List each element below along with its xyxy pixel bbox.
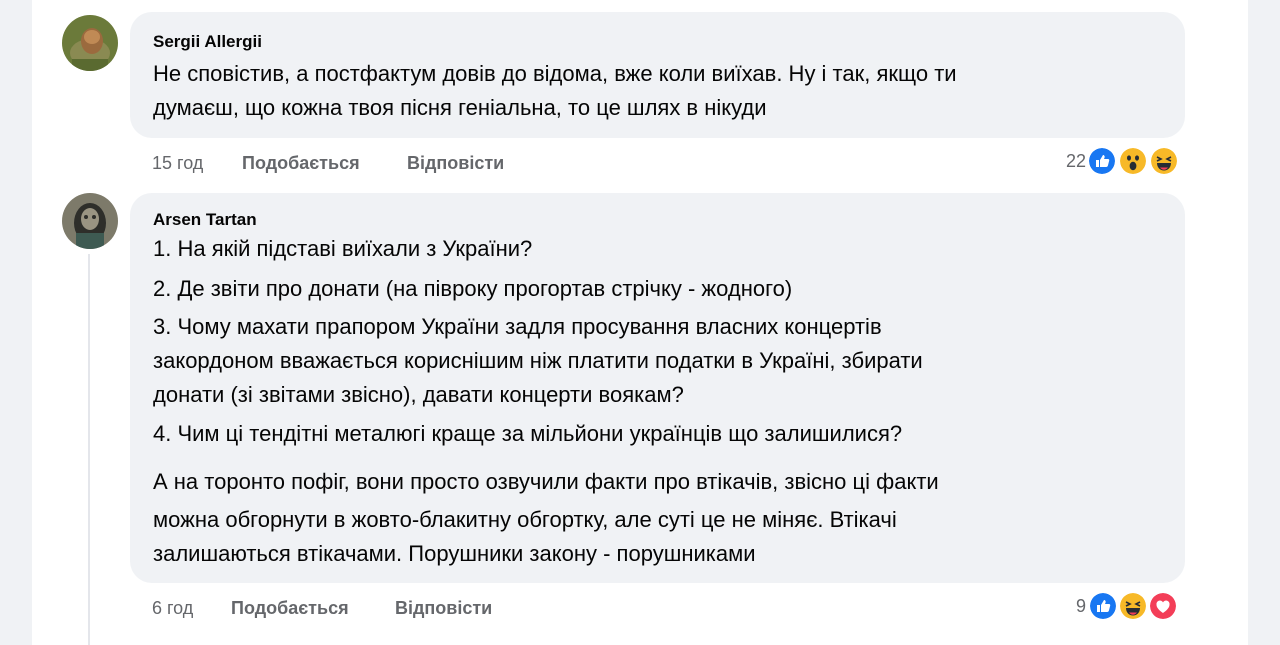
avatar[interactable] bbox=[62, 15, 118, 71]
haha-icon bbox=[1149, 146, 1179, 176]
love-icon bbox=[1148, 591, 1178, 621]
comment-text-line: 2. Де звіти про донати (на півроку прого… bbox=[153, 276, 793, 301]
reaction-count[interactable]: 22 bbox=[1040, 151, 1086, 172]
wow-icon bbox=[1118, 146, 1148, 176]
like-icon bbox=[1087, 146, 1117, 176]
comment-text-line: 3. Чому махати прапором України задля пр… bbox=[153, 314, 882, 339]
comment-author[interactable]: Arsen Tartan bbox=[153, 210, 257, 230]
comment-timestamp[interactable]: 6 год bbox=[152, 598, 193, 619]
reaction-count[interactable]: 9 bbox=[1050, 596, 1086, 617]
comment-text-line: можна обгорнути в жовто-блакитну обгортк… bbox=[153, 507, 897, 532]
reply-thread-line bbox=[88, 254, 90, 645]
reply-button[interactable]: Відповісти bbox=[407, 153, 504, 174]
like-button[interactable]: Подобається bbox=[242, 153, 360, 174]
comment-text-line: А на торонто пофіг, вони просто озвучили… bbox=[153, 469, 939, 494]
like-button[interactable]: Подобається bbox=[231, 598, 349, 619]
comment-text-line: закордоном вважається кориснішим ніж пла… bbox=[153, 348, 923, 373]
avatar-photo-icon bbox=[62, 15, 118, 71]
avatar[interactable] bbox=[62, 193, 118, 249]
comment-text-line: Не сповістив, а постфактум довів до відо… bbox=[153, 61, 957, 86]
haha-icon bbox=[1118, 591, 1148, 621]
comment-text-line: залишаються втікачами. Порушники закону … bbox=[153, 541, 756, 566]
comment-author[interactable]: Sergii Allergii bbox=[153, 32, 262, 52]
like-icon bbox=[1088, 591, 1118, 621]
comment-text-line: 4. Чим ці тендітні металюгі краще за міл… bbox=[153, 421, 903, 446]
comment-text-line: 1. На якій підставі виїхали з України? bbox=[153, 236, 533, 261]
comment-timestamp[interactable]: 15 год bbox=[152, 153, 203, 174]
comment-text-line: донати (зі звітами звісно), давати конце… bbox=[153, 382, 684, 407]
avatar-photo-icon bbox=[62, 193, 118, 249]
comment-text-line: думаєш, що кожна твоя пісня геніальна, т… bbox=[153, 95, 767, 120]
reply-button[interactable]: Відповісти bbox=[395, 598, 492, 619]
